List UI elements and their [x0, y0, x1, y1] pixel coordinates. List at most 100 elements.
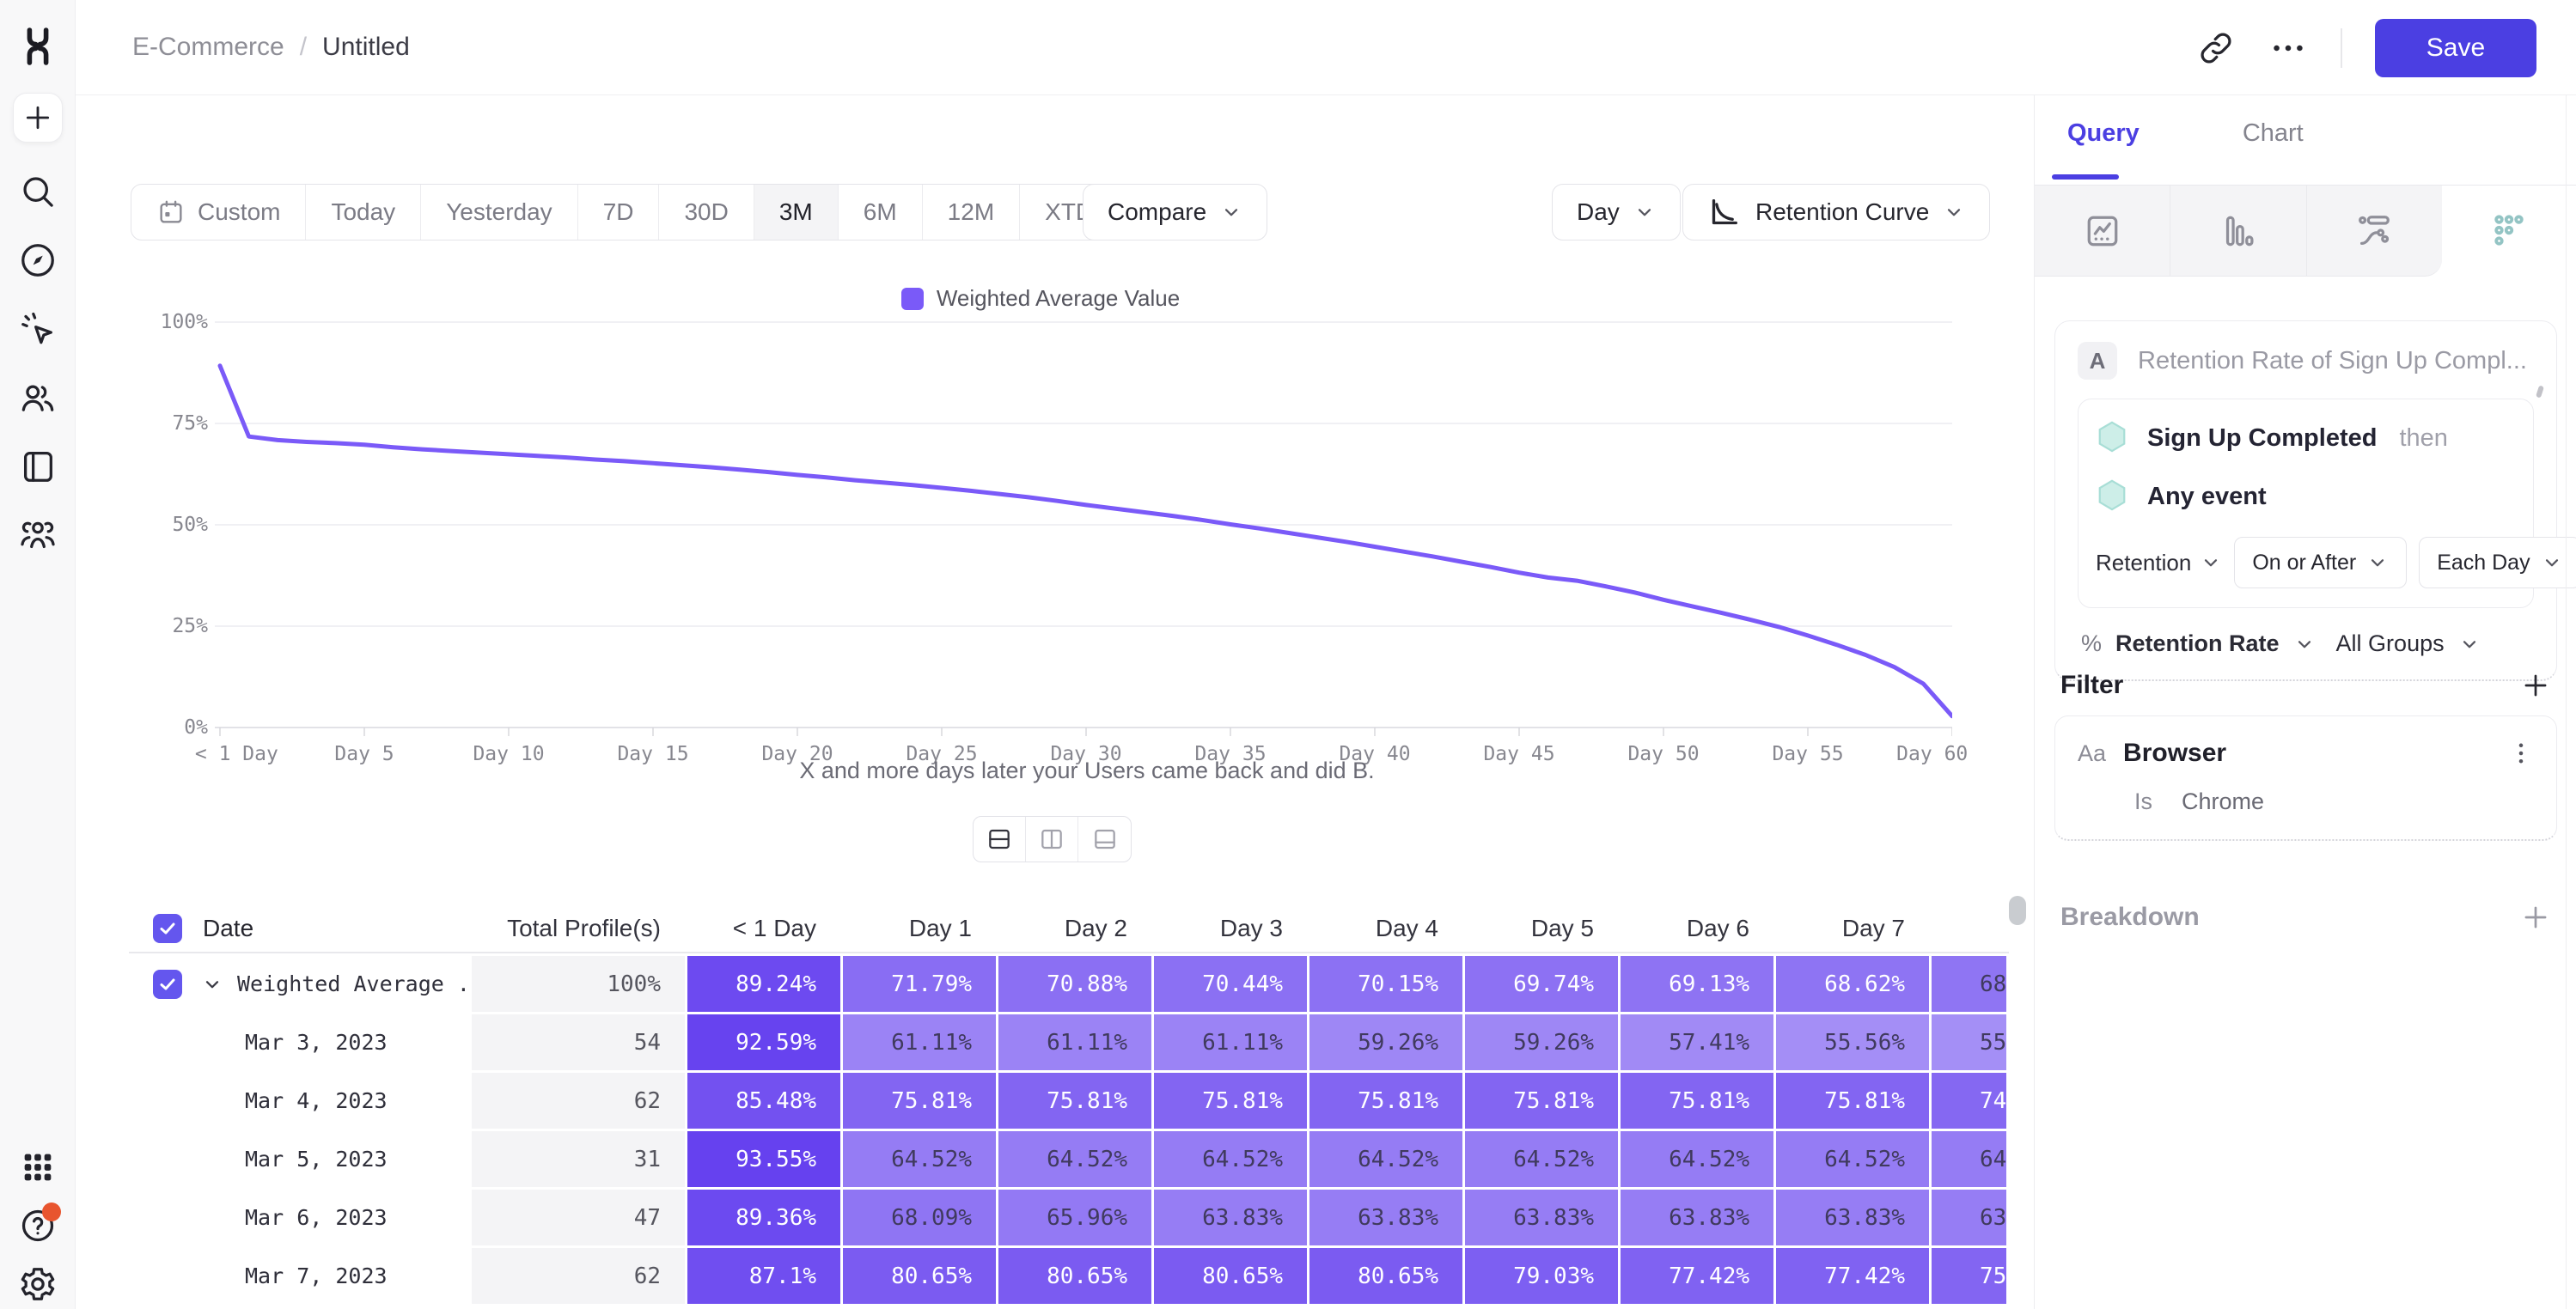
retention-cell[interactable]: 63.83%: [1154, 1190, 1307, 1245]
add-breakdown-icon[interactable]: [2519, 901, 2552, 934]
chevron-down-icon[interactable]: [201, 973, 223, 995]
measure-dropdown[interactable]: Retention Rate: [2115, 630, 2280, 657]
flows-tool-tab[interactable]: [2307, 186, 2442, 277]
range-6m[interactable]: 6M: [839, 185, 923, 240]
chart-plot[interactable]: [129, 283, 1952, 799]
each-day-dropdown[interactable]: Each Day: [2419, 537, 2576, 588]
retention-cell[interactable]: 61.11%: [843, 1014, 996, 1070]
clipped-retention-cell[interactable]: 55: [1932, 1014, 2006, 1070]
filter-value[interactable]: Chrome: [2182, 788, 2264, 815]
clipped-retention-cell[interactable]: 64: [1932, 1131, 2006, 1187]
range-12m[interactable]: 12M: [923, 185, 1020, 240]
retention-cell[interactable]: 55.56%: [1776, 1014, 1929, 1070]
filter-property[interactable]: Browser: [2123, 739, 2226, 768]
compass-icon[interactable]: [18, 240, 58, 280]
search-icon[interactable]: [18, 172, 58, 211]
retention-cell[interactable]: 77.42%: [1621, 1248, 1773, 1304]
retention-cell[interactable]: 61.11%: [1154, 1014, 1307, 1070]
query-title[interactable]: Retention Rate of Sign Up Compl...: [2138, 347, 2527, 375]
notebook-icon[interactable]: [18, 447, 58, 486]
retention-cell[interactable]: 63.83%: [1776, 1190, 1929, 1245]
retention-cell[interactable]: 71.79%: [843, 956, 996, 1012]
retention-cell[interactable]: 69.74%: [1465, 956, 1618, 1012]
retention-cell[interactable]: 75.81%: [998, 1073, 1151, 1129]
cursor-spark-icon[interactable]: [18, 309, 58, 349]
kebab-menu-icon[interactable]: [2506, 739, 2536, 768]
retention-cell[interactable]: 64.52%: [998, 1131, 1151, 1187]
breadcrumb-page-title[interactable]: Untitled: [322, 33, 410, 62]
row-checkbox[interactable]: [153, 970, 182, 999]
on-or-after-dropdown[interactable]: On or After: [2234, 537, 2407, 588]
retention-cell[interactable]: 87.1%: [687, 1248, 840, 1304]
range-3m[interactable]: 3M: [754, 185, 839, 240]
retention-cell[interactable]: 64.52%: [1776, 1131, 1929, 1187]
retention-cell[interactable]: 80.65%: [1154, 1248, 1307, 1304]
retention-cell[interactable]: 75.81%: [843, 1073, 996, 1129]
retention-cell[interactable]: 64.52%: [1621, 1131, 1773, 1187]
panel-bottom-toggle[interactable]: [1078, 817, 1131, 862]
cohort-icon[interactable]: [18, 515, 58, 555]
split-horizontal-toggle[interactable]: [974, 817, 1026, 862]
retention-cell[interactable]: 59.26%: [1465, 1014, 1618, 1070]
more-options-icon[interactable]: [2268, 28, 2308, 68]
compare-button[interactable]: Compare: [1083, 184, 1267, 240]
split-vertical-toggle[interactable]: [1026, 817, 1078, 862]
range-today[interactable]: Today: [306, 185, 421, 240]
retention-cell[interactable]: 80.65%: [1309, 1248, 1462, 1304]
retention-cell[interactable]: 65.96%: [998, 1190, 1151, 1245]
retention-cell[interactable]: 68.62%: [1776, 956, 1929, 1012]
bar-chart-tool-tab[interactable]: [2170, 186, 2306, 277]
apps-grid-icon[interactable]: [18, 1148, 58, 1187]
retention-cell[interactable]: 80.65%: [843, 1248, 996, 1304]
event-2-name[interactable]: Any event: [2147, 483, 2267, 511]
retention-cell[interactable]: 64.52%: [843, 1131, 996, 1187]
chart-type-dropdown[interactable]: Retention Curve: [1682, 184, 1990, 240]
retention-cell[interactable]: 64.52%: [1465, 1131, 1618, 1187]
retention-cell[interactable]: 89.36%: [687, 1190, 840, 1245]
retention-cell[interactable]: 68.09%: [843, 1190, 996, 1245]
retention-cell[interactable]: 75.81%: [1309, 1073, 1462, 1129]
add-filter-icon[interactable]: [2519, 669, 2552, 702]
retention-cell[interactable]: 59.26%: [1309, 1014, 1462, 1070]
retention-cell[interactable]: 61.11%: [998, 1014, 1151, 1070]
retention-cell[interactable]: 70.15%: [1309, 956, 1462, 1012]
clipped-retention-cell[interactable]: 63: [1932, 1190, 2006, 1245]
clipped-retention-cell[interactable]: 75: [1932, 1248, 2006, 1304]
breadcrumb-project[interactable]: E-Commerce: [132, 33, 284, 62]
retention-cell[interactable]: 63.83%: [1465, 1190, 1618, 1245]
retention-dots-tool-tab[interactable]: [2442, 186, 2576, 277]
range-7d[interactable]: 7D: [578, 185, 660, 240]
retention-cell[interactable]: 79.03%: [1465, 1248, 1618, 1304]
filter-card[interactable]: Aa Browser Is Chrome: [2054, 715, 2557, 841]
clipped-retention-cell[interactable]: 74: [1932, 1073, 2006, 1129]
users-icon[interactable]: [18, 378, 58, 417]
select-all-checkbox[interactable]: [153, 914, 182, 943]
event-1-name[interactable]: Sign Up Completed: [2147, 424, 2377, 453]
settings-gear-icon[interactable]: [18, 1264, 58, 1304]
retention-cell[interactable]: 75.81%: [1465, 1073, 1618, 1129]
groups-dropdown[interactable]: All Groups: [2336, 630, 2445, 657]
filter-operator[interactable]: Is: [2134, 788, 2152, 815]
range-30d[interactable]: 30D: [659, 185, 754, 240]
retention-cell[interactable]: 69.13%: [1621, 956, 1773, 1012]
range-yesterday[interactable]: Yesterday: [421, 185, 578, 240]
retention-cell[interactable]: 57.41%: [1621, 1014, 1773, 1070]
app-logo-icon[interactable]: [17, 24, 58, 69]
retention-cell[interactable]: 63.83%: [1309, 1190, 1462, 1245]
retention-cell[interactable]: 85.48%: [687, 1073, 840, 1129]
retention-type-dropdown[interactable]: Retention: [2096, 550, 2222, 576]
retention-cell[interactable]: 80.65%: [998, 1248, 1151, 1304]
retention-cell[interactable]: 75.81%: [1621, 1073, 1773, 1129]
granularity-dropdown[interactable]: Day: [1552, 184, 1681, 240]
tab-chart[interactable]: Chart: [2243, 119, 2304, 148]
retention-cell[interactable]: 70.88%: [998, 956, 1151, 1012]
retention-cell[interactable]: 93.55%: [687, 1131, 840, 1187]
share-link-icon[interactable]: [2196, 28, 2236, 68]
retention-cell[interactable]: 63.83%: [1621, 1190, 1773, 1245]
new-report-button[interactable]: [13, 93, 63, 143]
retention-cell[interactable]: 77.42%: [1776, 1248, 1929, 1304]
range-custom[interactable]: Custom: [131, 185, 306, 240]
retention-cell[interactable]: 64.52%: [1154, 1131, 1307, 1187]
table-scrollbar[interactable]: [2009, 896, 2026, 925]
retention-cell[interactable]: 92.59%: [687, 1014, 840, 1070]
